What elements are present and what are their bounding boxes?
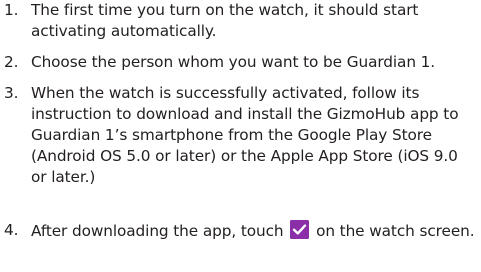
step-text: Choose the person whom you want to be Gu… bbox=[31, 53, 436, 71]
step-number: 3. bbox=[4, 84, 19, 102]
step-number: 4. bbox=[4, 221, 19, 239]
step-text: When the watch is successfully activated… bbox=[31, 84, 459, 186]
check-icon bbox=[290, 220, 310, 239]
step-text: After downloading the app, touch on the … bbox=[31, 220, 481, 242]
list-item-step-4: 4. After downloading the app, touch on t… bbox=[0, 220, 481, 242]
step-text: The first time you turn on the watch, it… bbox=[31, 1, 419, 40]
step-number: 2. bbox=[4, 53, 19, 71]
step-text-before: After downloading the app, touch bbox=[31, 222, 284, 240]
step-number: 1. bbox=[4, 1, 19, 19]
list-item-step-1: 1. The first time you turn on the watch,… bbox=[0, 0, 481, 42]
instruction-list: 1. The first time you turn on the watch,… bbox=[0, 0, 481, 272]
list-item-step-2: 2. Choose the person whom you want to be… bbox=[0, 52, 481, 73]
list-item-step-3: 3. When the watch is successfully activa… bbox=[0, 83, 481, 188]
step-text-after: on the watch screen. bbox=[316, 222, 475, 240]
